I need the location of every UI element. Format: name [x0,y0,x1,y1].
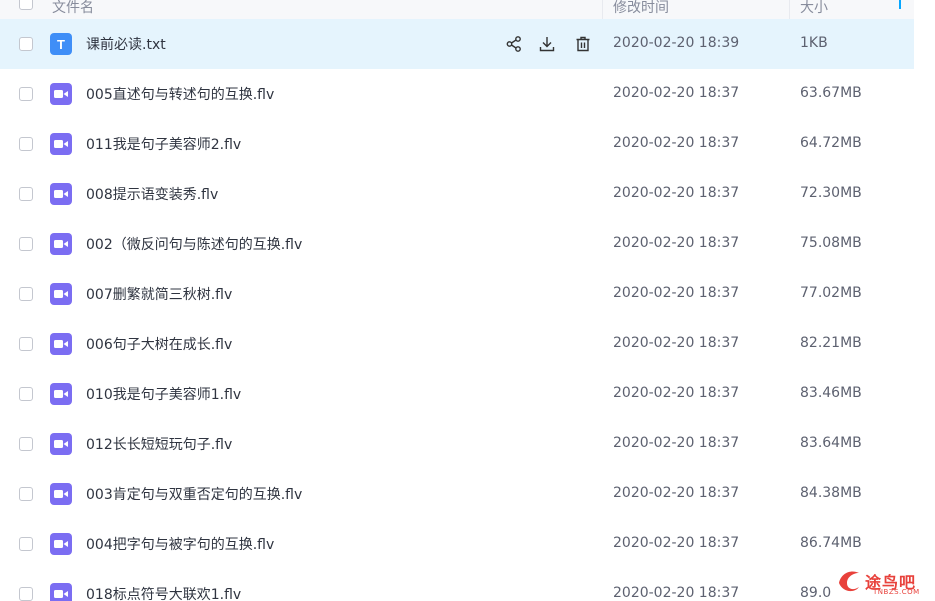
column-header-modified[interactable]: 修改时间 [613,0,669,17]
download-icon[interactable] [536,33,558,55]
file-row[interactable]: 008提示语变装秀.flv 2020-02-20 18:37 72.30MB [0,169,914,219]
share-icon[interactable] [503,33,525,55]
file-modified-date: 2020-02-20 18:37 [613,435,740,451]
file-modified-date: 2020-02-20 18:39 [613,35,740,51]
file-row[interactable]: 018标点符号大联欢1.flv 2020-02-20 18:37 89.0 [0,569,914,601]
video-file-icon [50,83,72,105]
file-size: 63.67MB [800,85,862,101]
file-name[interactable]: 课前必读.txt [86,34,166,54]
file-name[interactable]: 005直述句与转述句的互换.flv [86,84,274,104]
file-size: 83.64MB [800,435,862,451]
video-file-icon [50,483,72,505]
video-file-icon [50,533,72,555]
watermark-subtext: TNBZS.COM [873,588,920,596]
row-checkbox[interactable] [19,537,33,551]
row-checkbox[interactable] [19,237,33,251]
file-row[interactable]: 004把字句与被字句的互换.flv 2020-02-20 18:37 86.74MB [0,519,914,569]
row-checkbox[interactable] [19,587,33,601]
video-file-icon [50,283,72,305]
column-divider [602,0,603,19]
column-header-name[interactable]: 文件名 [52,0,94,17]
row-checkbox[interactable] [19,437,33,451]
file-row[interactable]: 006句子大树在成长.flv 2020-02-20 18:37 82.21MB [0,319,914,369]
watermark-logo: 途鸟吧 TNBZS.COM [835,565,930,599]
video-file-icon [50,233,72,255]
file-name[interactable]: 010我是句子美容师1.flv [86,384,241,404]
trash-icon[interactable] [572,33,594,55]
row-checkbox[interactable] [19,337,33,351]
row-checkbox[interactable] [19,287,33,301]
file-row[interactable]: T 课前必读.txt 2020-02-20 18:39 1KB [0,19,914,69]
file-list: T 课前必读.txt 2020-02-20 18:39 1KB 005直述句与转述句的互… [0,19,914,601]
file-name[interactable]: 003肯定句与双重否定句的互换.flv [86,484,302,504]
file-size: 84.38MB [800,485,862,501]
row-checkbox[interactable] [19,487,33,501]
file-size: 89.0 [800,585,832,601]
file-row[interactable]: 005直述句与转述句的互换.flv 2020-02-20 18:37 63.67MB [0,69,914,119]
file-size: 82.21MB [800,335,862,351]
file-modified-date: 2020-02-20 18:37 [613,535,740,551]
file-row[interactable]: 010我是句子美容师1.flv 2020-02-20 18:37 83.46MB [0,369,914,419]
scrollbar-track[interactable] [914,19,935,601]
row-checkbox[interactable] [19,137,33,151]
file-modified-date: 2020-02-20 18:37 [613,185,740,201]
file-modified-date: 2020-02-20 18:37 [613,485,740,501]
file-modified-date: 2020-02-20 18:37 [613,335,740,351]
file-modified-date: 2020-02-20 18:37 [613,285,740,301]
file-modified-date: 2020-02-20 18:37 [613,135,740,151]
row-checkbox[interactable] [19,87,33,101]
column-header-size[interactable]: 大小 [800,0,828,17]
file-name[interactable]: 002（微反问句与陈述句的互换.flv [86,234,302,254]
file-row[interactable]: 003肯定句与双重否定句的互换.flv 2020-02-20 18:37 84.38… [0,469,914,519]
video-file-icon [50,183,72,205]
file-size: 83.46MB [800,385,862,401]
file-name[interactable]: 008提示语变装秀.flv [86,184,218,204]
file-row[interactable]: 007删繁就简三秋树.flv 2020-02-20 18:37 77.02MB [0,269,914,319]
file-size: 77.02MB [800,285,862,301]
file-modified-date: 2020-02-20 18:37 [613,85,740,101]
column-divider [789,0,790,19]
file-name[interactable]: 004把字句与被字句的互换.flv [86,534,274,554]
video-file-icon [50,433,72,455]
file-name[interactable]: 018标点符号大联欢1.flv [86,584,241,601]
file-name[interactable]: 012长长短短玩句子.flv [86,434,232,454]
file-modified-date: 2020-02-20 18:37 [613,235,740,251]
file-list-header: 文件名 修改时间 大小 [0,0,914,20]
file-size: 64.72MB [800,135,862,151]
file-row[interactable]: 012长长短短玩句子.flv 2020-02-20 18:37 83.64MB [0,419,914,469]
video-file-icon [50,383,72,405]
video-file-icon [50,333,72,355]
file-name[interactable]: 011我是句子美容师2.flv [86,134,241,154]
file-size: 1KB [800,35,828,51]
file-size: 86.74MB [800,535,862,551]
video-file-icon [50,583,72,601]
select-all-checkbox[interactable] [19,0,33,10]
file-row[interactable]: 011我是句子美容师2.flv 2020-02-20 18:37 64.72MB [0,119,914,169]
file-size: 75.08MB [800,235,862,251]
row-checkbox[interactable] [19,187,33,201]
file-row[interactable]: 002（微反问句与陈述句的互换.flv 2020-02-20 18:37 75.08… [0,219,914,269]
video-file-icon [50,133,72,155]
file-name[interactable]: 007删繁就简三秋树.flv [86,284,232,304]
row-checkbox[interactable] [19,387,33,401]
file-modified-date: 2020-02-20 18:37 [613,585,740,601]
bird-logo-icon [839,571,859,592]
file-name[interactable]: 006句子大树在成长.flv [86,334,232,354]
file-size: 72.30MB [800,185,862,201]
row-checkbox[interactable] [19,37,33,51]
text-file-icon: T [50,33,72,55]
file-modified-date: 2020-02-20 18:37 [613,385,740,401]
sort-indicator-icon[interactable] [899,0,901,9]
